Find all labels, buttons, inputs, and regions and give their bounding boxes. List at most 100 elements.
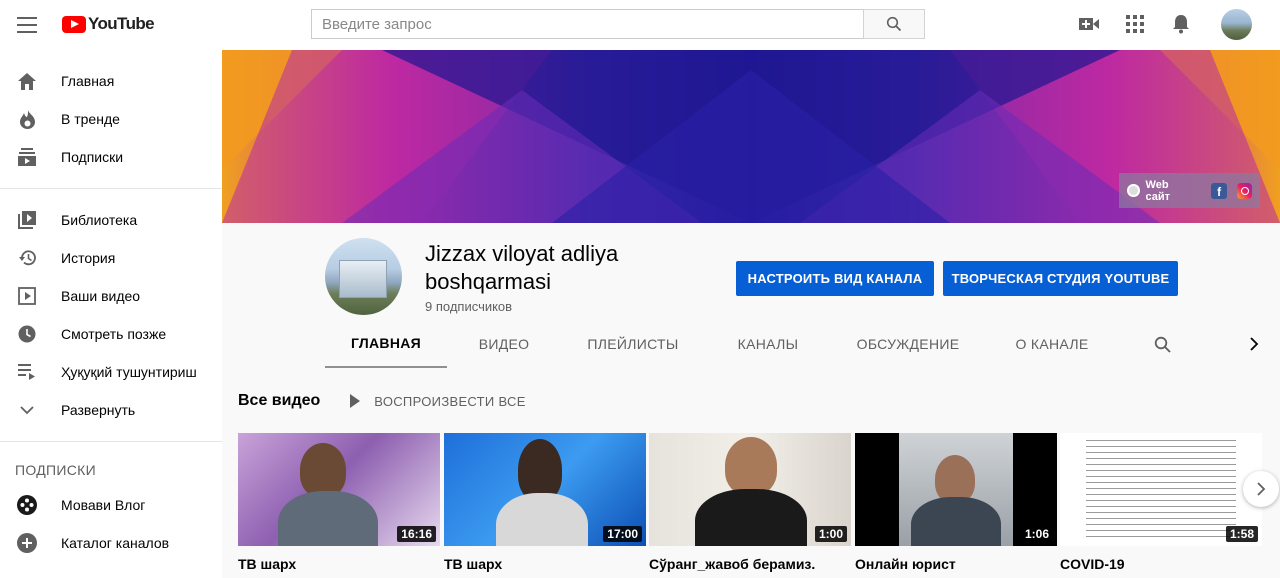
playlist-icon — [17, 362, 37, 382]
video-title: Онлайн юрист — [855, 556, 956, 572]
subscription-item-catalog[interactable]: Каталог каналов — [0, 524, 222, 562]
facebook-icon[interactable]: f — [1211, 182, 1227, 199]
subscriptions-heading: ПОДПИСКИ — [15, 462, 96, 478]
video-duration: 1:58 — [1225, 526, 1258, 542]
video-duration: 1:06 — [1020, 526, 1053, 542]
subscription-label: Мовави Влог — [61, 497, 146, 513]
subscriber-count: 9 подписчиков — [425, 299, 513, 314]
sidebar-item-label: Ҳуқуқий тушунтириш — [61, 364, 197, 380]
play-icon — [350, 394, 361, 408]
logo-text: YouTube — [88, 14, 155, 33]
sidebar-item-playlist[interactable]: Ҳуқуқий тушунтириш — [0, 353, 222, 391]
video-thumbnail: 1:06 — [855, 433, 1057, 546]
search-bar — [311, 9, 925, 39]
sidebar-item-label: Главная — [61, 73, 115, 89]
sidebar-item-home[interactable]: Главная — [0, 62, 222, 100]
sidebar-item-expand[interactable]: Развернуть — [0, 391, 222, 429]
search-input[interactable] — [311, 9, 863, 39]
sidebar-item-trending[interactable]: В тренде — [0, 100, 222, 138]
channel-header: Jizzax viloyat adliya boshqarmasi 9 подп… — [222, 223, 1280, 368]
apps-grid-icon[interactable] — [1123, 12, 1147, 36]
video-title: COVID-19 — [1060, 556, 1125, 572]
notifications-bell-icon[interactable] — [1169, 12, 1193, 36]
sidebar-item-library[interactable]: Библиотека — [0, 201, 222, 239]
chevron-down-icon — [17, 400, 37, 420]
video-thumbnail: 17:00 — [444, 433, 646, 546]
video-title: ТВ шарх — [238, 556, 297, 572]
globe-icon — [1127, 184, 1140, 197]
fire-icon — [17, 109, 37, 129]
sidebar-divider — [0, 188, 222, 189]
sidebar-item-label: Ваши видео — [61, 288, 141, 304]
sidebar: Главная В тренде Подписки Библиотека Ист… — [0, 50, 222, 578]
video-thumbnail: 1:00 — [649, 433, 851, 546]
channel-tabs: ГЛАВНАЯ ВИДЕО ПЛЕЙЛИСТЫ КАНАЛЫ ОБСУЖДЕНИ… — [222, 320, 1280, 368]
sidebar-item-history[interactable]: История — [0, 239, 222, 277]
videos-section-header: Все видео ВОСПРОИЗВЕСТИ ВСЕ — [238, 390, 526, 412]
subscriptions-icon — [17, 147, 37, 167]
video-thumbnail: 16:16 — [238, 433, 440, 546]
channel-banner: Web сайт f — [222, 50, 1280, 223]
sidebar-item-label: В тренде — [61, 111, 120, 127]
add-circle-icon — [17, 533, 37, 553]
video-card[interactable]: 16:16 ТВ шарх — [238, 433, 440, 572]
sidebar-item-label: Смотреть позже — [61, 326, 167, 342]
website-link[interactable]: Web сайт — [1127, 179, 1193, 203]
video-card[interactable]: 1:06 Онлайн юрист — [855, 433, 1057, 572]
video-card[interactable]: 1:00 Сўранг_жавоб берамиз. — [649, 433, 851, 572]
watch-later-icon — [17, 324, 37, 344]
home-icon — [17, 71, 37, 91]
channel-search-icon[interactable] — [1148, 320, 1176, 368]
play-all-label: ВОСПРОИЗВЕСТИ ВСЕ — [374, 393, 526, 409]
sidebar-item-watch-later[interactable]: Смотреть позже — [0, 315, 222, 353]
top-bar: YouTube — [0, 0, 1280, 50]
chevron-right-icon — [1256, 482, 1265, 496]
youtube-logo[interactable]: YouTube — [62, 14, 155, 34]
sidebar-item-label: Подписки — [61, 149, 124, 165]
video-title: Сўранг_жавоб берамиз. — [649, 556, 816, 572]
instagram-icon[interactable] — [1236, 182, 1253, 199]
your-videos-icon — [17, 286, 37, 306]
tab-discussion[interactable]: ОБСУЖДЕНИЕ — [850, 320, 966, 368]
video-title: ТВ шарх — [444, 556, 503, 572]
search-icon — [886, 16, 902, 32]
tab-about[interactable]: О КАНАЛЕ — [1008, 320, 1096, 368]
sidebar-item-label: История — [61, 250, 116, 266]
history-icon — [17, 248, 37, 268]
user-avatar[interactable] — [1221, 9, 1252, 40]
tab-channels[interactable]: КАНАЛЫ — [722, 320, 814, 368]
sidebar-item-subscriptions[interactable]: Подписки — [0, 138, 222, 176]
menu-icon[interactable] — [16, 14, 38, 36]
library-icon — [17, 210, 37, 230]
website-label: Web сайт — [1145, 178, 1171, 203]
youtube-studio-button[interactable]: ТВОРЧЕСКАЯ СТУДИЯ YOUTUBE — [943, 261, 1178, 296]
sidebar-divider — [0, 441, 222, 442]
channel-name: Jizzax viloyat adliya boshqarmasi — [425, 241, 619, 294]
play-all-button[interactable]: ВОСПРОИЗВЕСТИ ВСЕ — [350, 394, 525, 409]
video-card[interactable]: 1:58 COVID-19 — [1060, 433, 1262, 572]
customize-channel-button[interactable]: НАСТРОИТЬ ВИД КАНАЛА — [736, 261, 934, 296]
banner-links: Web сайт f — [1119, 173, 1260, 208]
youtube-play-icon — [62, 15, 86, 33]
tabs-scroll-right-icon[interactable] — [1244, 320, 1264, 368]
tab-playlists[interactable]: ПЛЕЙЛИСТЫ — [577, 320, 689, 368]
create-video-icon[interactable] — [1077, 12, 1101, 36]
tab-home[interactable]: ГЛАВНАЯ — [325, 320, 447, 368]
subscription-label: Каталог каналов — [61, 535, 170, 551]
search-button[interactable] — [863, 9, 925, 39]
building-image — [339, 260, 387, 298]
video-card[interactable]: 17:00 ТВ шарх — [444, 433, 646, 572]
sidebar-item-label: Развернуть — [61, 402, 136, 418]
video-duration: 1:00 — [814, 526, 847, 542]
video-duration: 16:16 — [397, 526, 436, 542]
sidebar-item-label: Библиотека — [61, 212, 138, 228]
video-duration: 17:00 — [603, 526, 642, 542]
carousel-next-button[interactable] — [1243, 471, 1279, 507]
section-title: Все видео — [238, 392, 321, 409]
video-thumbnail: 1:58 — [1060, 433, 1262, 546]
tab-videos[interactable]: ВИДЕО — [459, 320, 549, 368]
channel-avatar — [325, 238, 402, 315]
sidebar-item-your-videos[interactable]: Ваши видео — [0, 277, 222, 315]
movavi-avatar — [17, 495, 37, 515]
subscription-item-movavi[interactable]: Мовави Влог — [0, 486, 222, 524]
